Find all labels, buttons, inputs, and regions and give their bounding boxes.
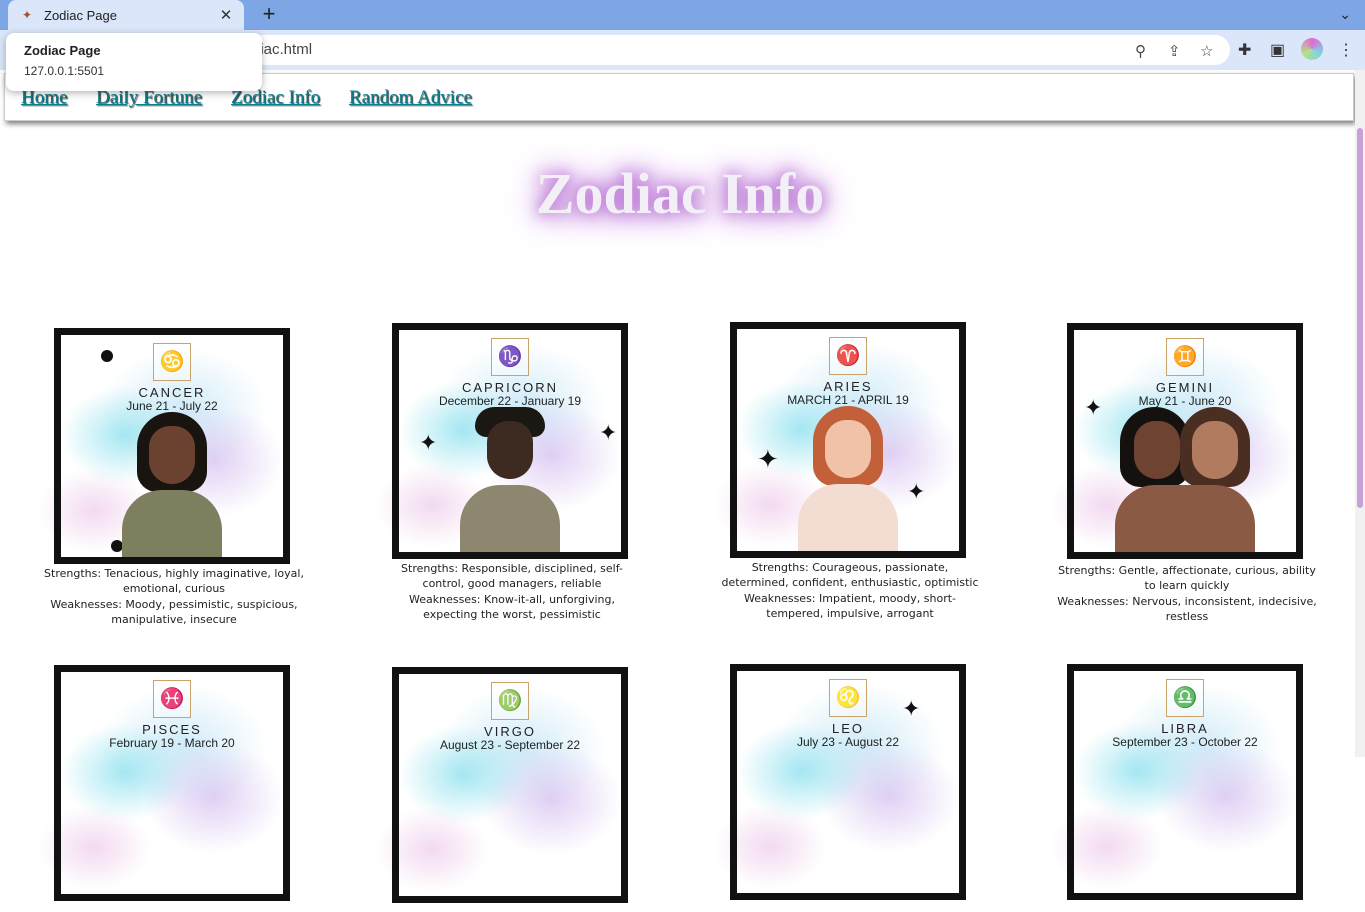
sign-name: PISCES <box>142 722 202 737</box>
star-icon: ✦ <box>419 430 438 455</box>
star-icon: ✦ <box>902 696 921 721</box>
tab-hover-card: Zodiac Page 127.0.0.1:5501 <box>6 33 262 91</box>
hover-card-title: Zodiac Page <box>24 43 101 58</box>
share-icon[interactable]: ⇪ <box>1168 42 1181 60</box>
illustration-figure <box>117 412 227 557</box>
sign-name: VIRGO <box>484 724 536 739</box>
side-panel-icon[interactable]: ▣ <box>1270 40 1285 60</box>
close-icon[interactable]: ✕ <box>218 6 234 24</box>
maiden-icon: ♍ <box>491 682 529 720</box>
zodiac-image: ♍ VIRGO August 23 - September 22 <box>392 667 628 903</box>
sign-name: CANCER <box>138 385 206 400</box>
new-tab-button[interactable]: + <box>257 3 281 27</box>
favicon-icon: ✦ <box>22 8 33 22</box>
zodiac-image: ♈ ARIES MARCH 21 - APRIL 19 ✦ ✦ <box>730 322 966 558</box>
sign-weaknesses: Weaknesses: Nervous, inconsistent, indec… <box>1057 595 1317 623</box>
ram-icon: ♈ <box>829 337 867 375</box>
twins-icon: ♊ <box>1166 338 1204 376</box>
zodiac-image: ♓ PISCES February 19 - March 20 <box>54 665 290 901</box>
sign-dates: August 23 - September 22 <box>439 738 581 752</box>
illustration-figure <box>793 406 903 551</box>
sign-name: GEMINI <box>1155 380 1215 395</box>
illustration-figure <box>1110 407 1260 552</box>
profile-avatar[interactable] <box>1301 38 1323 60</box>
page-title: Zodiac Info <box>535 161 825 226</box>
star-icon: ✦ <box>757 444 779 474</box>
scales-icon: ♎ <box>1166 679 1204 717</box>
tab-search-icon[interactable]: ⌄ <box>1339 6 1351 23</box>
browser-tab[interactable]: ✦ Zodiac Page ✕ <box>8 0 244 30</box>
sign-weaknesses: Weaknesses: Know-it-all, unforgiving, ex… <box>408 593 615 621</box>
bookmark-star-icon[interactable]: ☆ <box>1200 42 1213 60</box>
sign-dates: May 21 - June 20 <box>1138 394 1232 408</box>
star-icon: ✦ <box>907 479 926 504</box>
sign-strengths: Strengths: Responsible, disciplined, sel… <box>401 562 623 590</box>
extensions-icon[interactable]: ✚ <box>1238 40 1251 60</box>
zodiac-image: ♎ LIBRA September 23 - October 22 <box>1067 664 1303 900</box>
sign-dates: June 21 - July 22 <box>126 399 218 413</box>
nav-random-advice[interactable]: Random Advice <box>349 87 472 109</box>
page-scrollbar[interactable] <box>1355 70 1365 757</box>
zodiac-image: ♊ GEMINI May 21 - June 20 ✦ <box>1067 323 1303 559</box>
star-icon: ✦ <box>1084 395 1103 420</box>
menu-kebab-icon[interactable]: ⋮ <box>1338 40 1354 60</box>
zoom-icon[interactable]: ⚲ <box>1135 42 1146 60</box>
star-icon: ✦ <box>599 420 618 445</box>
lion-icon: ♌ <box>829 679 867 717</box>
sign-strengths: Strengths: Gentle, affectionate, curious… <box>1058 564 1316 592</box>
sign-dates: July 23 - August 22 <box>796 735 900 749</box>
illustration-figure <box>455 407 565 552</box>
crab-icon: ♋ <box>153 343 191 381</box>
sign-name: LIBRA <box>1161 721 1209 736</box>
sign-name: LEO <box>831 721 864 736</box>
sign-dates: December 22 - January 19 <box>438 394 582 408</box>
sign-name: CAPRICORN <box>461 380 558 395</box>
sign-weaknesses: Weaknesses: Moody, pessimistic, suspicio… <box>50 598 298 626</box>
hover-card-url: 127.0.0.1:5501 <box>24 64 105 78</box>
goat-icon: ♑ <box>491 338 529 376</box>
sign-weaknesses: Weaknesses: Impatient, moody, short-temp… <box>743 592 956 620</box>
sign-strengths: Strengths: Courageous, passionate, deter… <box>721 561 979 589</box>
zodiac-image: ♌ LEO July 23 - August 22 ✦ <box>730 664 966 900</box>
sign-name: ARIES <box>823 379 873 394</box>
sign-dates: September 23 - October 22 <box>1112 735 1258 749</box>
fish-icon: ♓ <box>153 680 191 718</box>
tab-title: Zodiac Page <box>44 7 117 23</box>
address-bar[interactable]: diac.html ⚲ ⇪ ☆ <box>120 35 1230 65</box>
browser-tabbar: ✦ Zodiac Page ✕ + ⌄ <box>0 0 1365 30</box>
sign-strengths: Strengths: Tenacious, highly imaginative… <box>44 567 304 595</box>
sign-dates: MARCH 21 - APRIL 19 <box>787 393 909 407</box>
zodiac-image: ♋ CANCER June 21 - July 22 <box>54 328 290 564</box>
sign-dates: February 19 - March 20 <box>109 736 235 750</box>
scrollbar-thumb[interactable] <box>1357 128 1363 508</box>
zodiac-image: ♑ CAPRICORN December 22 - January 19 ✦ ✦ <box>392 323 628 559</box>
